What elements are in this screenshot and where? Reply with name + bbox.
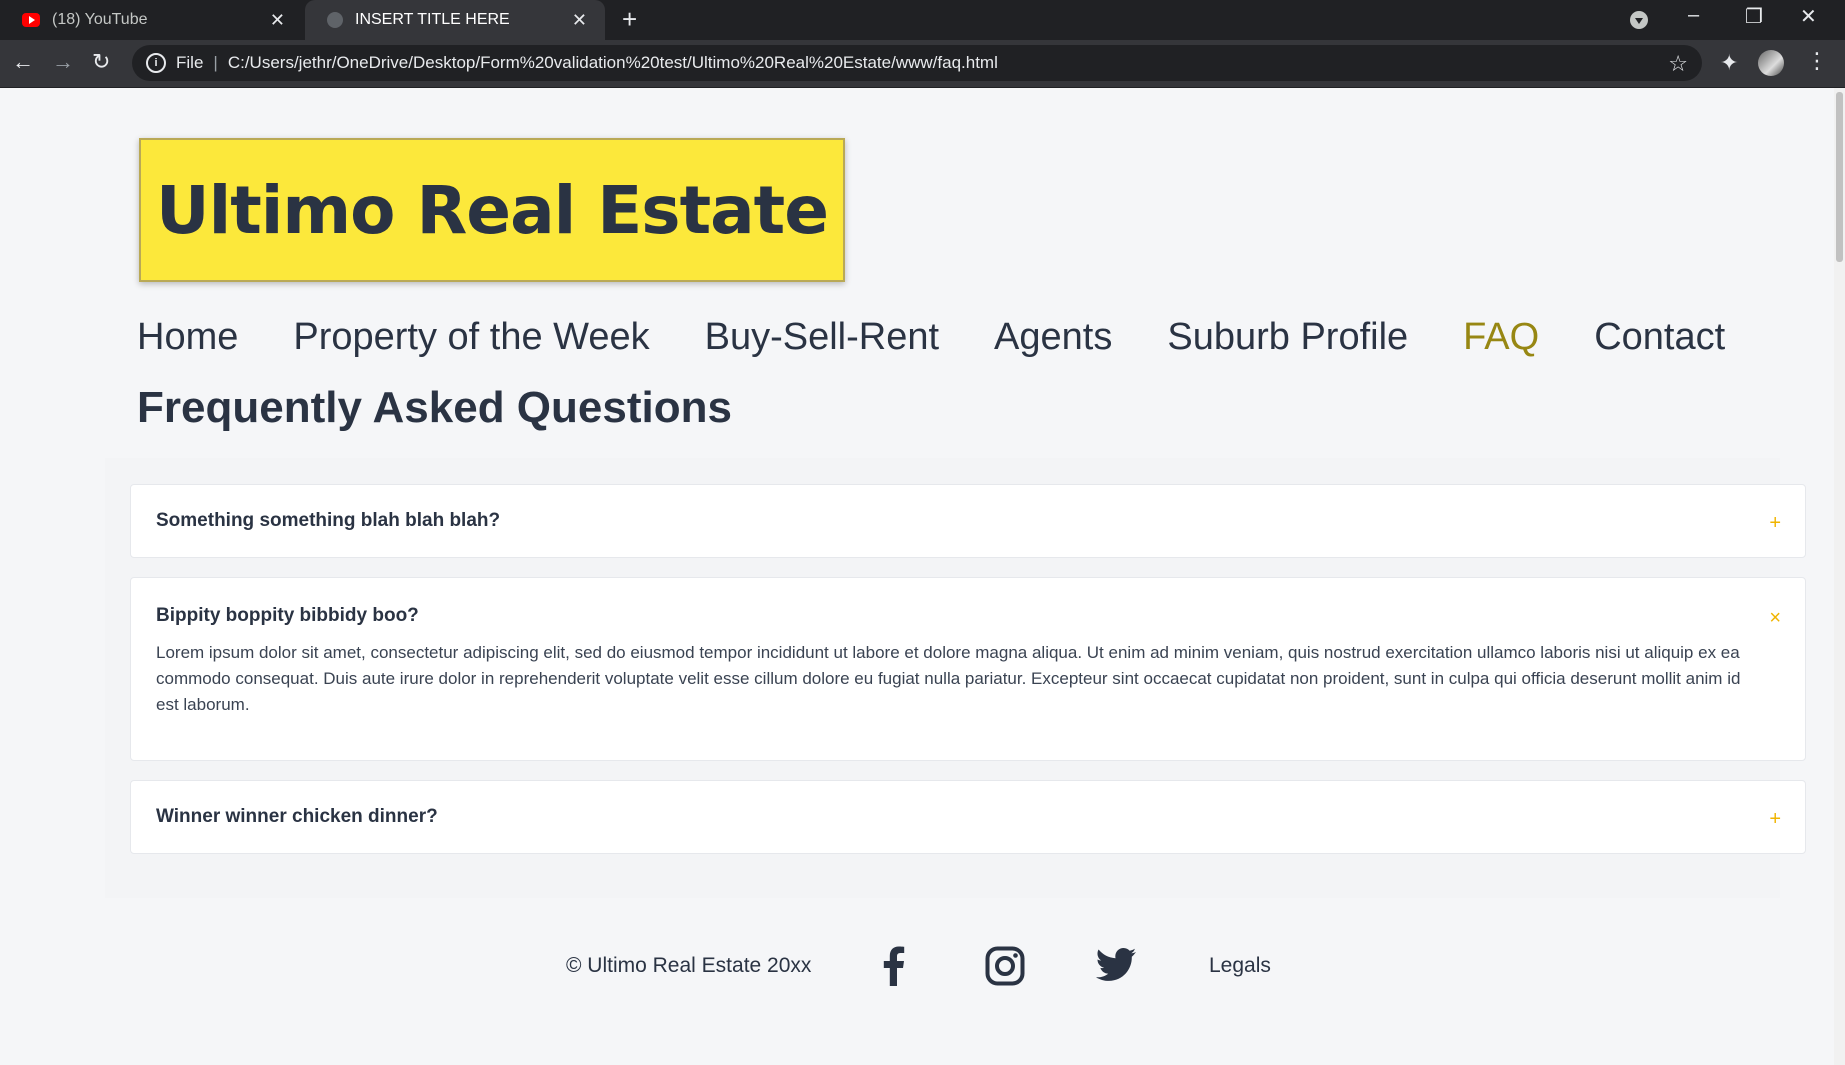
kebab-menu-icon[interactable]: ⋮	[1806, 48, 1828, 74]
nav-agents[interactable]: Agents	[994, 316, 1112, 366]
new-tab-button[interactable]: +	[622, 6, 637, 32]
tab-title: (18) YouTube	[52, 11, 148, 28]
plus-icon[interactable]: +	[1769, 513, 1781, 533]
scrollbar-thumb[interactable]	[1836, 92, 1843, 262]
separator: |	[213, 53, 218, 72]
faq-question[interactable]: Winner winner chicken dinner?	[156, 806, 438, 828]
tab-youtube[interactable]: (18) YouTube ✕	[0, 0, 303, 40]
site-logo[interactable]: Ultimo Real Estate	[139, 138, 845, 282]
tab-insert-title[interactable]: INSERT TITLE HERE ✕	[305, 0, 605, 40]
logo-text: Ultimo Real Estate	[156, 171, 829, 249]
faq-item[interactable]: Something something blah blah blah? +	[130, 484, 1806, 558]
tab-search-icon[interactable]	[1630, 11, 1648, 29]
page-title: Frequently Asked Questions	[137, 383, 732, 432]
facebook-icon[interactable]	[880, 946, 906, 991]
address-bar[interactable]: i File | C:/Users/jethr/OneDrive/Desktop…	[132, 45, 1702, 81]
back-icon[interactable]: ←	[12, 50, 34, 74]
faq-question[interactable]: Something something blah blah blah?	[156, 510, 500, 532]
twitter-icon[interactable]	[1096, 948, 1136, 987]
nav-contact[interactable]: Contact	[1594, 316, 1725, 366]
extensions-icon[interactable]: ✦	[1720, 50, 1738, 76]
info-icon[interactable]: i	[146, 53, 166, 73]
close-icon[interactable]: ✕	[572, 10, 587, 31]
restore-icon[interactable]: ❐	[1745, 4, 1763, 29]
faq-item[interactable]: Bippity boppity bibbidy boo? × Lorem ips…	[130, 577, 1806, 761]
scheme-label: File	[176, 53, 204, 72]
instagram-icon[interactable]	[985, 946, 1025, 991]
plus-icon[interactable]: +	[1769, 809, 1781, 829]
nav-suburb-profile[interactable]: Suburb Profile	[1167, 316, 1408, 366]
avatar[interactable]	[1758, 50, 1784, 76]
nav-faq[interactable]: FAQ	[1463, 316, 1539, 366]
youtube-icon	[22, 13, 40, 27]
forward-icon[interactable]: →	[52, 50, 74, 74]
footer-copyright: © Ultimo Real Estate 20xx	[566, 954, 812, 977]
faq-answer: Lorem ipsum dolor sit amet, consectetur …	[156, 643, 1741, 714]
nav-home[interactable]: Home	[137, 316, 238, 366]
url-text[interactable]: C:/Users/jethr/OneDrive/Desktop/Form%20v…	[228, 53, 998, 73]
nav-buy-sell-rent[interactable]: Buy-Sell-Rent	[705, 316, 939, 366]
close-icon[interactable]: ✕	[270, 10, 285, 31]
window-close-icon[interactable]: ✕	[1800, 4, 1817, 29]
reload-icon[interactable]: ↻	[92, 50, 110, 74]
browser-tab-bar: (18) YouTube ✕ INSERT TITLE HERE ✕ + – ❐…	[0, 0, 1845, 40]
main-nav: Home Property of the Week Buy-Sell-Rent …	[137, 316, 1780, 366]
bookmark-star-icon[interactable]: ☆	[1668, 51, 1688, 77]
faq-item[interactable]: Winner winner chicken dinner? +	[130, 780, 1806, 854]
nav-property-of-the-week[interactable]: Property of the Week	[293, 316, 649, 366]
browser-toolbar: ← → ↻ i File | C:/Users/jethr/OneDrive/D…	[0, 40, 1845, 88]
tab-title: INSERT TITLE HERE	[355, 11, 510, 28]
close-icon[interactable]: ×	[1769, 608, 1781, 628]
footer-legals-link[interactable]: Legals	[1209, 954, 1271, 978]
globe-icon	[327, 12, 343, 28]
minimize-icon[interactable]: –	[1688, 4, 1699, 27]
faq-question[interactable]: Bippity boppity bibbidy boo?	[156, 605, 419, 627]
